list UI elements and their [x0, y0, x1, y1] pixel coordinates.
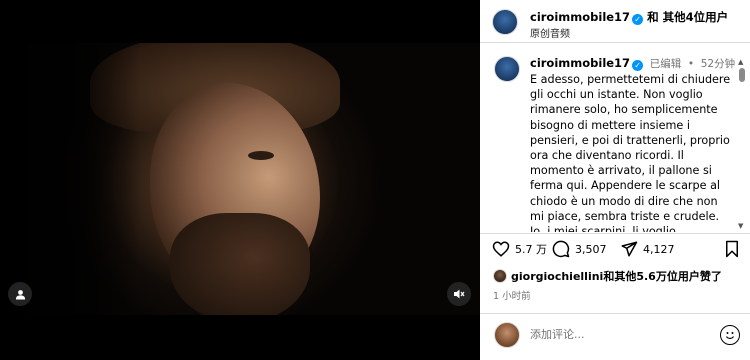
like-button[interactable]: 5.7 万	[492, 240, 547, 258]
my-avatar[interactable]	[494, 322, 520, 348]
caption-username[interactable]: ciroimmobile17	[530, 56, 630, 70]
photo-shadow	[0, 43, 140, 315]
emoji-icon	[725, 332, 735, 339]
caption-time: 52分钟	[700, 58, 736, 70]
media-viewer[interactable]	[0, 0, 480, 360]
header-authors: ciroimmobile17 ✓ 和 其他4位用户	[530, 9, 728, 25]
share-button[interactable]: 4,127	[620, 240, 675, 258]
share-icon	[621, 241, 638, 257]
photo-beard	[170, 213, 310, 315]
comment-count[interactable]: 3,507	[575, 243, 607, 256]
post-header: ciroimmobile17 ✓ 和 其他4位用户 原创音频	[480, 0, 750, 43]
separator-dot: •	[687, 58, 695, 70]
bookmark-icon	[726, 240, 738, 258]
scroll-up-icon[interactable]: ▲	[738, 58, 743, 66]
post-side-panel: ciroimmobile17 ✓ 和 其他4位用户 原创音频 ciroimmobi…	[480, 0, 750, 360]
save-button[interactable]	[724, 240, 745, 258]
action-bar: 5.7 万 3,507 4,127	[492, 240, 742, 264]
liked-by-rest[interactable]: 和其他5.6万位用户赞了	[603, 268, 722, 284]
caption-text: E adesso, permettetemi di chiudere gli o…	[530, 73, 731, 232]
like-count[interactable]: 5.7 万	[515, 241, 547, 257]
scroll-down-icon[interactable]: ▼	[738, 222, 743, 230]
comment-button[interactable]: 3,507	[552, 240, 607, 258]
comment-input[interactable]	[530, 328, 700, 341]
author-username[interactable]: ciroimmobile17	[530, 10, 630, 24]
comment-icon	[552, 240, 570, 258]
post-time[interactable]: 1 小时前	[493, 288, 531, 302]
photo-eye	[248, 151, 274, 160]
caption-area: ciroimmobile17 ✓ 已编辑 • 52分钟 E adesso, per…	[480, 50, 742, 232]
author-avatar[interactable]	[492, 9, 518, 35]
other-authors-link[interactable]: 其他4位用户	[663, 10, 729, 24]
caption-header: ciroimmobile17 ✓ 已编辑 • 52分钟	[530, 56, 735, 71]
verified-badge-icon: ✓	[632, 14, 644, 25]
mute-button[interactable]	[447, 282, 471, 306]
and-text: 和	[647, 10, 659, 24]
liked-by-row: giorgiochiellini 和其他5.6万位用户赞了	[493, 268, 722, 284]
caption-scrollbar[interactable]: ▲ ▼	[738, 58, 746, 230]
edited-label: 已编辑	[649, 58, 682, 70]
tagged-users-button[interactable]	[8, 282, 32, 306]
caption-avatar[interactable]	[494, 56, 520, 82]
liker-username[interactable]: giorgiochiellini	[511, 270, 603, 283]
scroll-thumb[interactable]	[739, 68, 745, 82]
comment-composer	[480, 320, 750, 352]
speaker-mute-icon	[454, 289, 465, 299]
user-icon	[15, 289, 25, 300]
divider	[480, 233, 750, 234]
divider	[480, 313, 750, 314]
emoji-button[interactable]	[720, 325, 740, 345]
post-photo[interactable]	[0, 43, 480, 315]
post-modal: ciroimmobile17 ✓ 和 其他4位用户 原创音频 ciroimmobi…	[0, 0, 750, 360]
verified-badge-icon: ✓	[632, 60, 644, 71]
heart-icon	[492, 241, 510, 257]
liker-avatar[interactable]	[493, 269, 507, 283]
original-audio-link[interactable]: 原创音频	[530, 25, 570, 40]
share-count[interactable]: 4,127	[643, 243, 675, 256]
